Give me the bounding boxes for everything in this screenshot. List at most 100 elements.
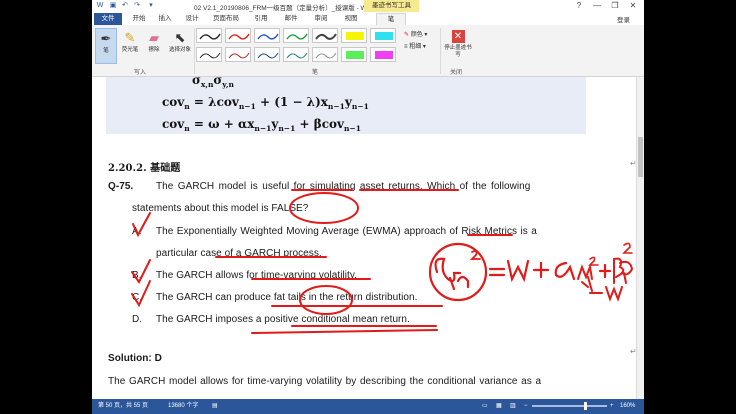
weight-icon: ≡ — [404, 44, 408, 50]
eraser-label: 擦除 — [148, 47, 160, 53]
pen-tool-button[interactable]: ✒ 笔 — [95, 28, 117, 64]
pen-swatch-red[interactable] — [225, 28, 251, 43]
pen-swatch-red-thin[interactable] — [225, 47, 251, 62]
tab-insert[interactable]: 插入 — [154, 13, 176, 25]
ribbon-tabs: 文件 开始 插入 设计 页面布局 引用 邮件 审阅 视图 笔 登录 — [92, 12, 644, 25]
option-a-line-1: The Exponentially Weighted Moving Averag… — [156, 226, 537, 237]
tab-file[interactable]: 文件 — [94, 13, 122, 25]
highlighter-label: 荧光笔 — [121, 47, 139, 53]
option-c-label: C. — [132, 292, 143, 303]
pen-swatch-black-thin[interactable] — [196, 47, 222, 62]
document-page[interactable]: σx,nσy,n covn = λcovn−1 + (1 − λ)xn−1yn−… — [92, 77, 636, 399]
pen-group-label: 笔 — [312, 70, 319, 76]
option-a-line-2: particular case of a GARCH process. — [156, 248, 322, 259]
word-count[interactable]: 13680 个字 — [168, 399, 198, 414]
ink-tools-context-label: 墨迹书写工具 — [364, 0, 419, 12]
eraser-icon: ▰ — [149, 30, 159, 45]
scrollbar-thumb[interactable] — [638, 137, 643, 177]
zoom-slider-knob[interactable] — [584, 402, 587, 410]
ink-plus-sign — [532, 261, 550, 279]
pen-swatch-navy[interactable] — [254, 47, 280, 62]
customize-quick-access-icon[interactable]: ▾ — [146, 1, 156, 11]
ink-underline-d-long — [251, 329, 438, 334]
web-layout-icon[interactable]: ▥ — [510, 399, 516, 414]
ribbon: ✒ 笔 ✎ 荧光笔 ▰ 擦除 ⬉ 选择对象 写入 ✎ 颜色 ▾ ≡ 粗细 ▾ 笔… — [92, 25, 644, 77]
tab-page-layout[interactable]: 页面布局 — [210, 13, 242, 25]
tab-review[interactable]: 审阅 — [310, 13, 332, 25]
tab-mailings[interactable]: 邮件 — [280, 13, 302, 25]
tab-view[interactable]: 视图 — [340, 13, 362, 25]
question-line-2: statements about this model is FALSE? — [132, 203, 309, 214]
highlighter-swatch-green[interactable] — [341, 47, 367, 62]
formula-ewma-covariance: covn = λcovn−1 + (1 − λ)xn−1yn−1 — [162, 95, 369, 111]
formula-subscript: n−1 — [238, 102, 256, 111]
highlighter-swatch-cyan[interactable] — [370, 28, 396, 43]
formula-subscript: x,n — [200, 80, 214, 89]
stop-inking-label: 停止墨迹书写 — [444, 45, 472, 58]
option-b-label: B. — [132, 270, 142, 281]
formula-text: cov — [162, 95, 185, 109]
pen-swatch-teal[interactable] — [283, 47, 309, 62]
word-window: W ▣ ↶ ↷ ▾ 02 V2.1_20190806_FRM一级百题（定量分析）… — [92, 0, 644, 414]
option-d-label: D. — [132, 314, 143, 325]
highlighter-button[interactable]: ✎ 荧光笔 — [119, 28, 141, 64]
minimize-button[interactable]: — — [588, 0, 606, 12]
pen-weight-label: 粗细 — [409, 44, 422, 50]
pen-icon: ✒ — [100, 31, 112, 46]
pen-swatch-dark[interactable] — [312, 28, 338, 43]
highlighter-swatch-magenta[interactable] — [370, 47, 396, 62]
page-count[interactable]: 第 50 页，共 55 页 — [98, 399, 148, 414]
restore-button[interactable]: ❐ — [606, 0, 624, 12]
tab-references[interactable]: 引用 — [250, 13, 272, 25]
formula-subscript: n−1 — [343, 124, 361, 133]
ink-superscript-two — [469, 250, 481, 260]
help-button[interactable]: ? — [570, 0, 588, 12]
formula-subscript: n−1 — [278, 124, 296, 133]
pen-swatch-blue[interactable] — [254, 28, 280, 43]
ink-beta — [613, 257, 625, 284]
ink-mu-n-minus-1 — [577, 263, 593, 292]
zoom-level[interactable]: 160% — [620, 399, 635, 414]
proofing-icon[interactable]: ▤ — [212, 399, 218, 414]
select-objects-label: 选择对象 — [168, 47, 191, 53]
close-x-icon: ✕ — [451, 30, 465, 43]
pen-swatch-black[interactable] — [196, 28, 222, 43]
select-arrow-icon: ⬉ — [174, 30, 186, 45]
status-bar: 第 50 页，共 55 页 13680 个字 ▤ ▭ ▦ ▥ − + 160% — [92, 399, 644, 414]
eraser-button[interactable]: ▰ 擦除 — [143, 28, 165, 64]
close-button[interactable]: ✕ — [624, 0, 642, 12]
group-divider — [440, 28, 441, 74]
zoom-slider[interactable] — [532, 402, 607, 410]
option-d-text: The GARCH imposes a positive conditional… — [156, 314, 410, 325]
formula-text: σ — [192, 77, 201, 87]
ink-superscript-two-b — [588, 256, 599, 266]
vertical-scrollbar[interactable] — [636, 77, 644, 399]
print-layout-icon[interactable]: ▦ — [496, 399, 502, 414]
select-objects-button[interactable]: ⬉ 选择对象 — [167, 28, 193, 64]
tab-pen[interactable]: 笔 — [376, 13, 406, 25]
formula-block: σx,nσy,n covn = λcovn−1 + (1 − λ)xn−1yn−… — [106, 77, 586, 134]
read-mode-icon[interactable]: ▭ — [482, 399, 488, 414]
highlighter-icon: ✎ — [124, 30, 136, 45]
formula-text: = ω + αx — [189, 117, 255, 131]
tab-home[interactable]: 开始 — [128, 13, 150, 25]
stop-inking-button[interactable]: ✕ 停止墨迹书写 — [444, 28, 472, 64]
save-icon[interactable]: ▣ — [108, 1, 118, 11]
redo-icon[interactable]: ↷ — [132, 1, 142, 11]
zoom-out-icon[interactable]: − — [524, 399, 528, 414]
pen-swatch-green[interactable] — [283, 28, 309, 43]
undo-icon[interactable]: ↶ — [120, 1, 130, 11]
tab-design[interactable]: 设计 — [180, 13, 204, 25]
pen-tool-label: 笔 — [103, 48, 109, 54]
formula-sigma-product: σx,nσy,n — [192, 77, 234, 89]
ink-plus-sign-b — [598, 263, 612, 279]
zoom-in-icon[interactable]: + — [610, 399, 614, 414]
formula-subscript: n−1 — [327, 102, 345, 111]
word-app-icon: W — [96, 2, 104, 9]
sign-in-link[interactable]: 登录 — [617, 14, 630, 24]
highlighter-swatch-yellow[interactable] — [341, 28, 367, 43]
ink-omega — [506, 259, 530, 283]
close-group-label: 关闭 — [450, 70, 463, 76]
pen-swatch-gray[interactable] — [312, 47, 338, 62]
option-c-text: The GARCH can produce fat tails in the r… — [156, 292, 418, 303]
